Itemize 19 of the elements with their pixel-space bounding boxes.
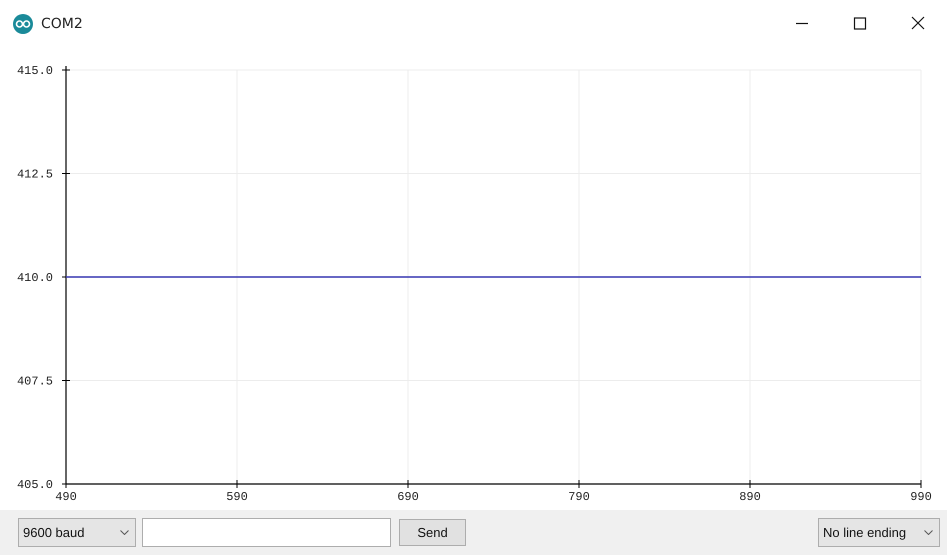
window-title: COM2 xyxy=(41,16,83,32)
x-tick-label: 690 xyxy=(397,490,419,504)
y-tick-label: 407.5 xyxy=(16,374,53,388)
x-tick-label: 990 xyxy=(910,490,932,504)
chevron-down-icon xyxy=(924,530,933,535)
x-tick-label: 490 xyxy=(55,490,77,504)
y-tick-label: 415.0 xyxy=(16,64,53,78)
message-input-field[interactable] xyxy=(142,518,391,547)
y-tick-label: 410.0 xyxy=(16,271,53,285)
y-tick-label: 405.0 xyxy=(16,478,53,492)
app-logo-icon xyxy=(13,14,33,34)
send-button[interactable]: Send xyxy=(399,519,466,546)
y-tick-label: 412.5 xyxy=(16,168,53,182)
x-tick-label: 790 xyxy=(568,490,590,504)
x-tick-label: 890 xyxy=(739,490,761,504)
line-ending-dropdown[interactable]: No line ending xyxy=(818,518,940,547)
baud-rate-dropdown[interactable]: 9600 baud xyxy=(18,518,136,547)
x-tick-label: 590 xyxy=(226,490,248,504)
chevron-down-icon xyxy=(120,530,129,535)
